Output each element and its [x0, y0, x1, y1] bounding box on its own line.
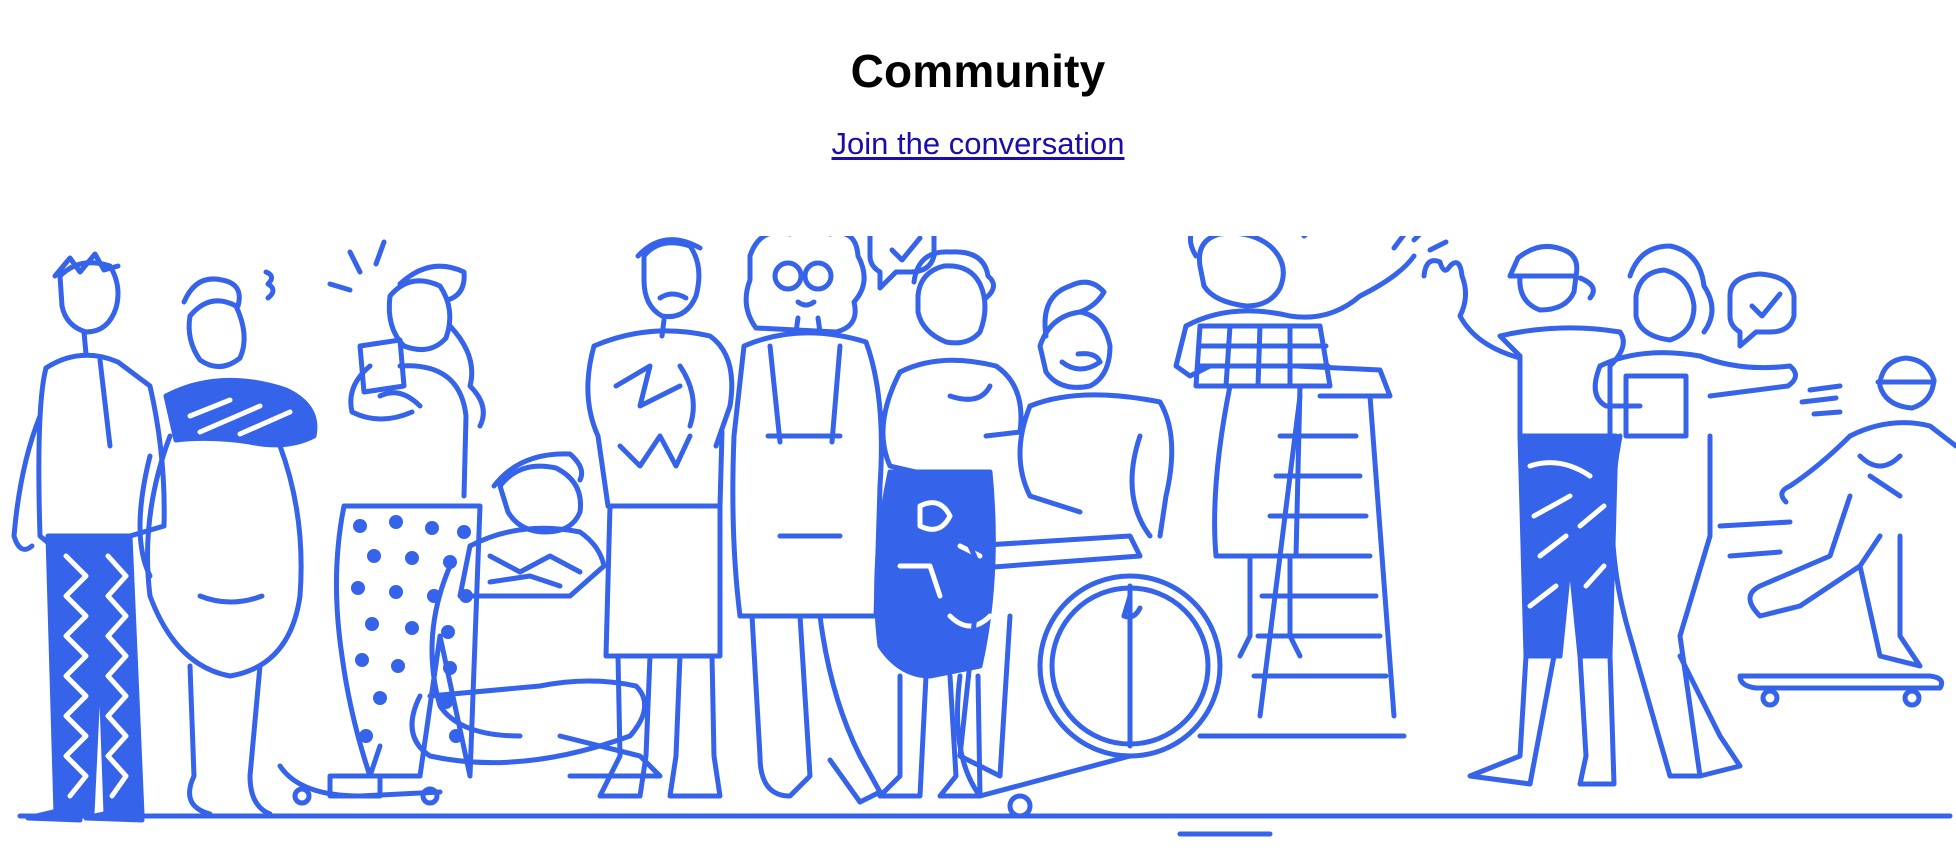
person-woman-ladder-high-five	[1173, 236, 1449, 739]
cta-paragraph: Join the conversation	[0, 126, 1956, 162]
person-man-mustache	[585, 237, 735, 799]
person-skateboarder	[1717, 355, 1956, 708]
ground-line	[17, 813, 1953, 837]
person-man-wheelchair	[955, 279, 1223, 819]
person-woman-patterned-pants	[874, 249, 1024, 799]
section-title: Community	[850, 45, 1106, 97]
people-community-illustration-icon	[11, 236, 1956, 837]
person-woman-sitting	[337, 451, 663, 779]
person-woman-zebra-top	[137, 269, 318, 817]
community-illustration	[0, 236, 1956, 866]
join-conversation-link[interactable]: Join the conversation	[832, 126, 1125, 161]
person-man-cap-zebra-pants	[1421, 243, 1626, 787]
